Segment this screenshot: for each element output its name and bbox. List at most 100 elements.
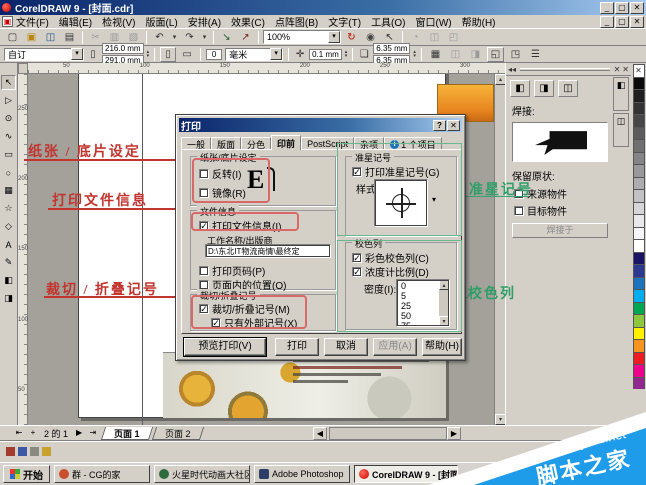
weld-mode-icon[interactable]: ◧ — [510, 80, 530, 97]
palette-swatch[interactable] — [632, 326, 645, 339]
source-object-checkbox[interactable]: 来源物件 — [506, 185, 631, 202]
horizontal-ruler[interactable]: 50 100 150 200 250 300 — [28, 63, 505, 74]
density-list-item[interactable]: 25 — [401, 301, 439, 311]
units-dropdown-icon[interactable]: ▾ — [270, 48, 283, 60]
rectangle-tool-icon[interactable]: ▭ — [1, 147, 16, 162]
rotation-field[interactable]: 0 — [206, 48, 223, 60]
undo-dropdown-icon[interactable]: ▾ — [170, 29, 179, 45]
document-icon[interactable]: ▣ — [2, 16, 13, 27]
save-icon[interactable]: ◫ — [42, 29, 59, 45]
nudge-field[interactable]: 0.1 mm — [309, 48, 342, 60]
close-icon[interactable]: ✕ — [630, 1, 644, 14]
trim-mode-icon[interactable]: ◨ — [534, 80, 554, 97]
checkbox-box[interactable] — [199, 168, 209, 179]
first-page-icon[interactable]: ⇤ — [12, 426, 26, 440]
ellipse-tool-icon[interactable]: ○ — [1, 165, 16, 180]
portrait-button[interactable]: ▯ — [160, 46, 177, 62]
palette-swatch[interactable] — [632, 239, 645, 252]
checkbox-box[interactable] — [514, 205, 524, 216]
add-page-icon[interactable]: + — [26, 426, 40, 440]
density-listbox[interactable]: 0 5 25 50 75 ▴ ▾ — [396, 279, 450, 327]
tab-prepress[interactable]: 印前 — [271, 135, 302, 150]
invert-checkbox[interactable]: 反转(I) — [199, 166, 241, 181]
zoom-dropdown-icon[interactable]: ▾ — [328, 31, 340, 43]
options-icon[interactable]: ☰ — [526, 46, 544, 62]
interactive-fill-tool-icon[interactable]: ◨ — [1, 291, 16, 306]
graphics-icon[interactable]: ◰ — [445, 29, 462, 45]
taskbar-item-coreldraw[interactable]: CorelDRAW 9 - [封面.cdr] — [354, 465, 458, 483]
doc-minimize-icon[interactable]: _ — [600, 15, 614, 28]
palette-swatch[interactable] — [632, 376, 645, 389]
palette-swatch[interactable] — [632, 126, 645, 139]
checkbox-box[interactable] — [514, 188, 524, 199]
taskbar-item-photoshop[interactable]: Adobe Photoshop — [254, 465, 350, 483]
menu-window[interactable]: 窗口(W) — [416, 14, 452, 29]
docker-tab-secondary[interactable]: ◫ — [613, 113, 629, 147]
density-list-item[interactable]: 5 — [401, 291, 439, 301]
text-tool-icon[interactable]: A — [1, 237, 16, 252]
import-icon[interactable]: ↘ — [218, 29, 235, 45]
density-scroll-up-icon[interactable]: ▴ — [439, 280, 449, 290]
palette-swatch[interactable] — [632, 314, 645, 327]
paper-width-field[interactable]: 216.0 mm — [102, 42, 144, 54]
menu-file[interactable]: 文件(F) — [16, 14, 49, 29]
dialog-help-icon[interactable]: ? — [433, 119, 446, 131]
last-page-icon[interactable]: ⇥ — [86, 426, 101, 440]
marquee-icon[interactable]: ◳ — [506, 46, 524, 62]
open-icon[interactable]: ▣ — [23, 29, 40, 45]
export-icon[interactable]: ↗ — [237, 29, 254, 45]
docker-collapse-icon[interactable]: ◂◂ — [508, 65, 516, 74]
checkbox-box[interactable]: ✓ — [199, 220, 209, 231]
doc-close-icon[interactable]: ✕ — [630, 15, 644, 28]
density-scrollbar[interactable]: ▴ ▾ — [439, 280, 449, 326]
horizontal-scrollbar[interactable] — [329, 426, 447, 440]
maximize-icon[interactable]: ▢ — [615, 1, 629, 14]
snap-guidelines-icon[interactable]: ◫ — [446, 46, 464, 62]
print-registration-checkbox[interactable]: ✓ 打印准星记号(G) — [352, 164, 439, 179]
doc-restore-icon[interactable]: ▢ — [615, 15, 629, 28]
menu-edit[interactable]: 编辑(E) — [59, 14, 92, 29]
treat-as-filled-icon[interactable]: ◱ — [486, 46, 504, 62]
palette-swatch[interactable] — [632, 251, 645, 264]
palette-swatch[interactable] — [632, 76, 645, 89]
exterior-only-checkbox[interactable]: ✓ 只有外部记号(X) — [211, 315, 297, 330]
apply-button[interactable]: 应用(A) — [373, 338, 417, 356]
ruler-origin[interactable] — [18, 63, 28, 74]
mirror-checkbox[interactable]: 镜像(R) — [199, 185, 246, 200]
density-scroll-down-icon[interactable]: ▾ — [439, 316, 449, 326]
start-button[interactable]: 开始 — [3, 465, 50, 483]
densitometer-checkbox[interactable]: ✓ 浓度计比例(D) — [352, 264, 429, 279]
docker-tab-shaping[interactable]: ◧ — [613, 77, 629, 111]
palette-swatch[interactable] — [632, 201, 645, 214]
palette-swatch[interactable] — [632, 189, 645, 202]
paper-preset-combo[interactable]: 自订 ▾ — [4, 47, 84, 61]
guideline[interactable] — [142, 74, 143, 425]
help-button[interactable]: 帮助(H) — [422, 338, 462, 356]
document-sunflower-image[interactable] — [163, 352, 446, 418]
palette-swatch[interactable] — [632, 139, 645, 152]
checkbox-box[interactable]: ✓ — [211, 317, 221, 328]
palette-swatch[interactable] — [632, 351, 645, 364]
symbols-icon[interactable]: ◫ — [426, 29, 443, 45]
density-list-item[interactable]: 50 — [401, 311, 439, 321]
eyedropper-tool-icon[interactable]: ◇ — [1, 219, 16, 234]
print-preview-button[interactable]: 预览打印(V) — [183, 337, 267, 357]
palette-swatch[interactable] — [632, 264, 645, 277]
menu-view[interactable]: 检视(V) — [102, 14, 135, 29]
palette-swatch[interactable] — [632, 301, 645, 314]
canvas-vertical-scrollbar[interactable]: ▴ ▾ — [494, 74, 506, 425]
menu-bitmaps[interactable]: 点阵图(B) — [275, 14, 318, 29]
docker-close2-icon[interactable]: ✕ — [622, 65, 629, 74]
snap-grid-icon[interactable]: ▦ — [426, 46, 444, 62]
palette-swatch[interactable] — [632, 164, 645, 177]
checkbox-box[interactable]: ✓ — [352, 166, 362, 177]
units-combo[interactable]: 毫米 ▾ — [225, 47, 284, 61]
taskbar-item-browser[interactable]: 火星时代动画大社区 - ... — [154, 465, 250, 483]
menu-text[interactable]: 文字(T) — [328, 14, 361, 29]
palette-swatch[interactable] — [632, 101, 645, 114]
preset-dropdown-icon[interactable]: ▾ — [71, 48, 83, 60]
print-page-numbers-checkbox[interactable]: 打印页码(P) — [199, 263, 265, 278]
print-icon[interactable]: ▤ — [61, 29, 78, 45]
new-icon[interactable]: ▢ — [4, 29, 21, 45]
nudge-down-icon[interactable]: ▾ — [345, 54, 348, 59]
